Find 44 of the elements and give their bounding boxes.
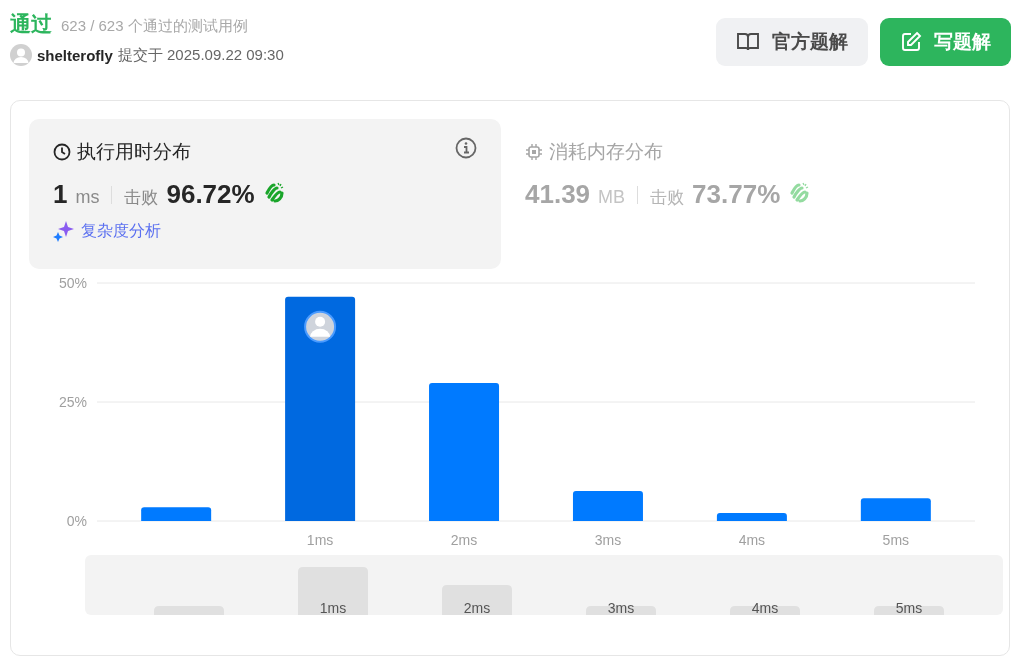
bar[interactable]	[716, 512, 787, 521]
x-axis-label: 5ms	[882, 532, 910, 548]
stat-unit: MB	[598, 187, 626, 208]
avatar-icon	[304, 310, 337, 343]
beats-percent: 96.72%	[166, 179, 255, 210]
stat-value: 41.39	[525, 179, 591, 210]
complexity-link[interactable]: 复杂度分析	[53, 220, 161, 242]
bar[interactable]	[429, 382, 500, 521]
overview-label: 3ms	[607, 600, 635, 615]
submitted-time: 提交于 2025.09.22 09:30	[117, 45, 284, 65]
overview-bar	[154, 606, 224, 615]
status-text: 通过	[10, 11, 52, 37]
stat-unit: ms	[75, 187, 100, 208]
sparkle-icon	[53, 220, 75, 242]
avatar-icon	[10, 44, 32, 66]
x-axis-label: 2ms	[450, 532, 478, 548]
chip-icon	[525, 143, 543, 161]
x-axis-label: 3ms	[594, 532, 622, 548]
y-axis-label: 0%	[66, 513, 87, 529]
beats-label: 击败	[650, 187, 685, 209]
card-title: 执行用时分布	[77, 140, 191, 164]
overview-label: 1ms	[319, 600, 347, 615]
overview-bar	[298, 566, 368, 615]
beats-percent: 73.77%	[692, 179, 781, 210]
overview-label: 2ms	[463, 600, 491, 615]
overview-bar	[442, 585, 512, 615]
bar[interactable]	[285, 296, 356, 521]
edit-icon	[900, 31, 922, 53]
x-axis-label: 1ms	[306, 532, 334, 548]
stat-value: 1	[53, 179, 68, 210]
username[interactable]: shelterofly	[37, 46, 113, 64]
solutions-button[interactable]: 官方题解	[716, 18, 868, 66]
y-axis-label: 25%	[58, 394, 87, 410]
time-card[interactable]: 执行用时分布 1 ms 击败 96.72% 复杂度分析	[29, 119, 501, 269]
clock-icon	[53, 143, 71, 161]
overview-label: 5ms	[895, 600, 923, 615]
book-icon	[736, 32, 760, 52]
overview-label: 4ms	[751, 600, 779, 615]
x-axis-label: 4ms	[738, 532, 766, 548]
beats-label: 击败	[124, 187, 159, 209]
tests-passed: 623 / 623 个通过的测试用例	[61, 17, 248, 36]
info-icon[interactable]	[455, 137, 477, 159]
y-axis-label: 50%	[58, 275, 87, 291]
card-title: 消耗内存分布	[549, 140, 663, 164]
